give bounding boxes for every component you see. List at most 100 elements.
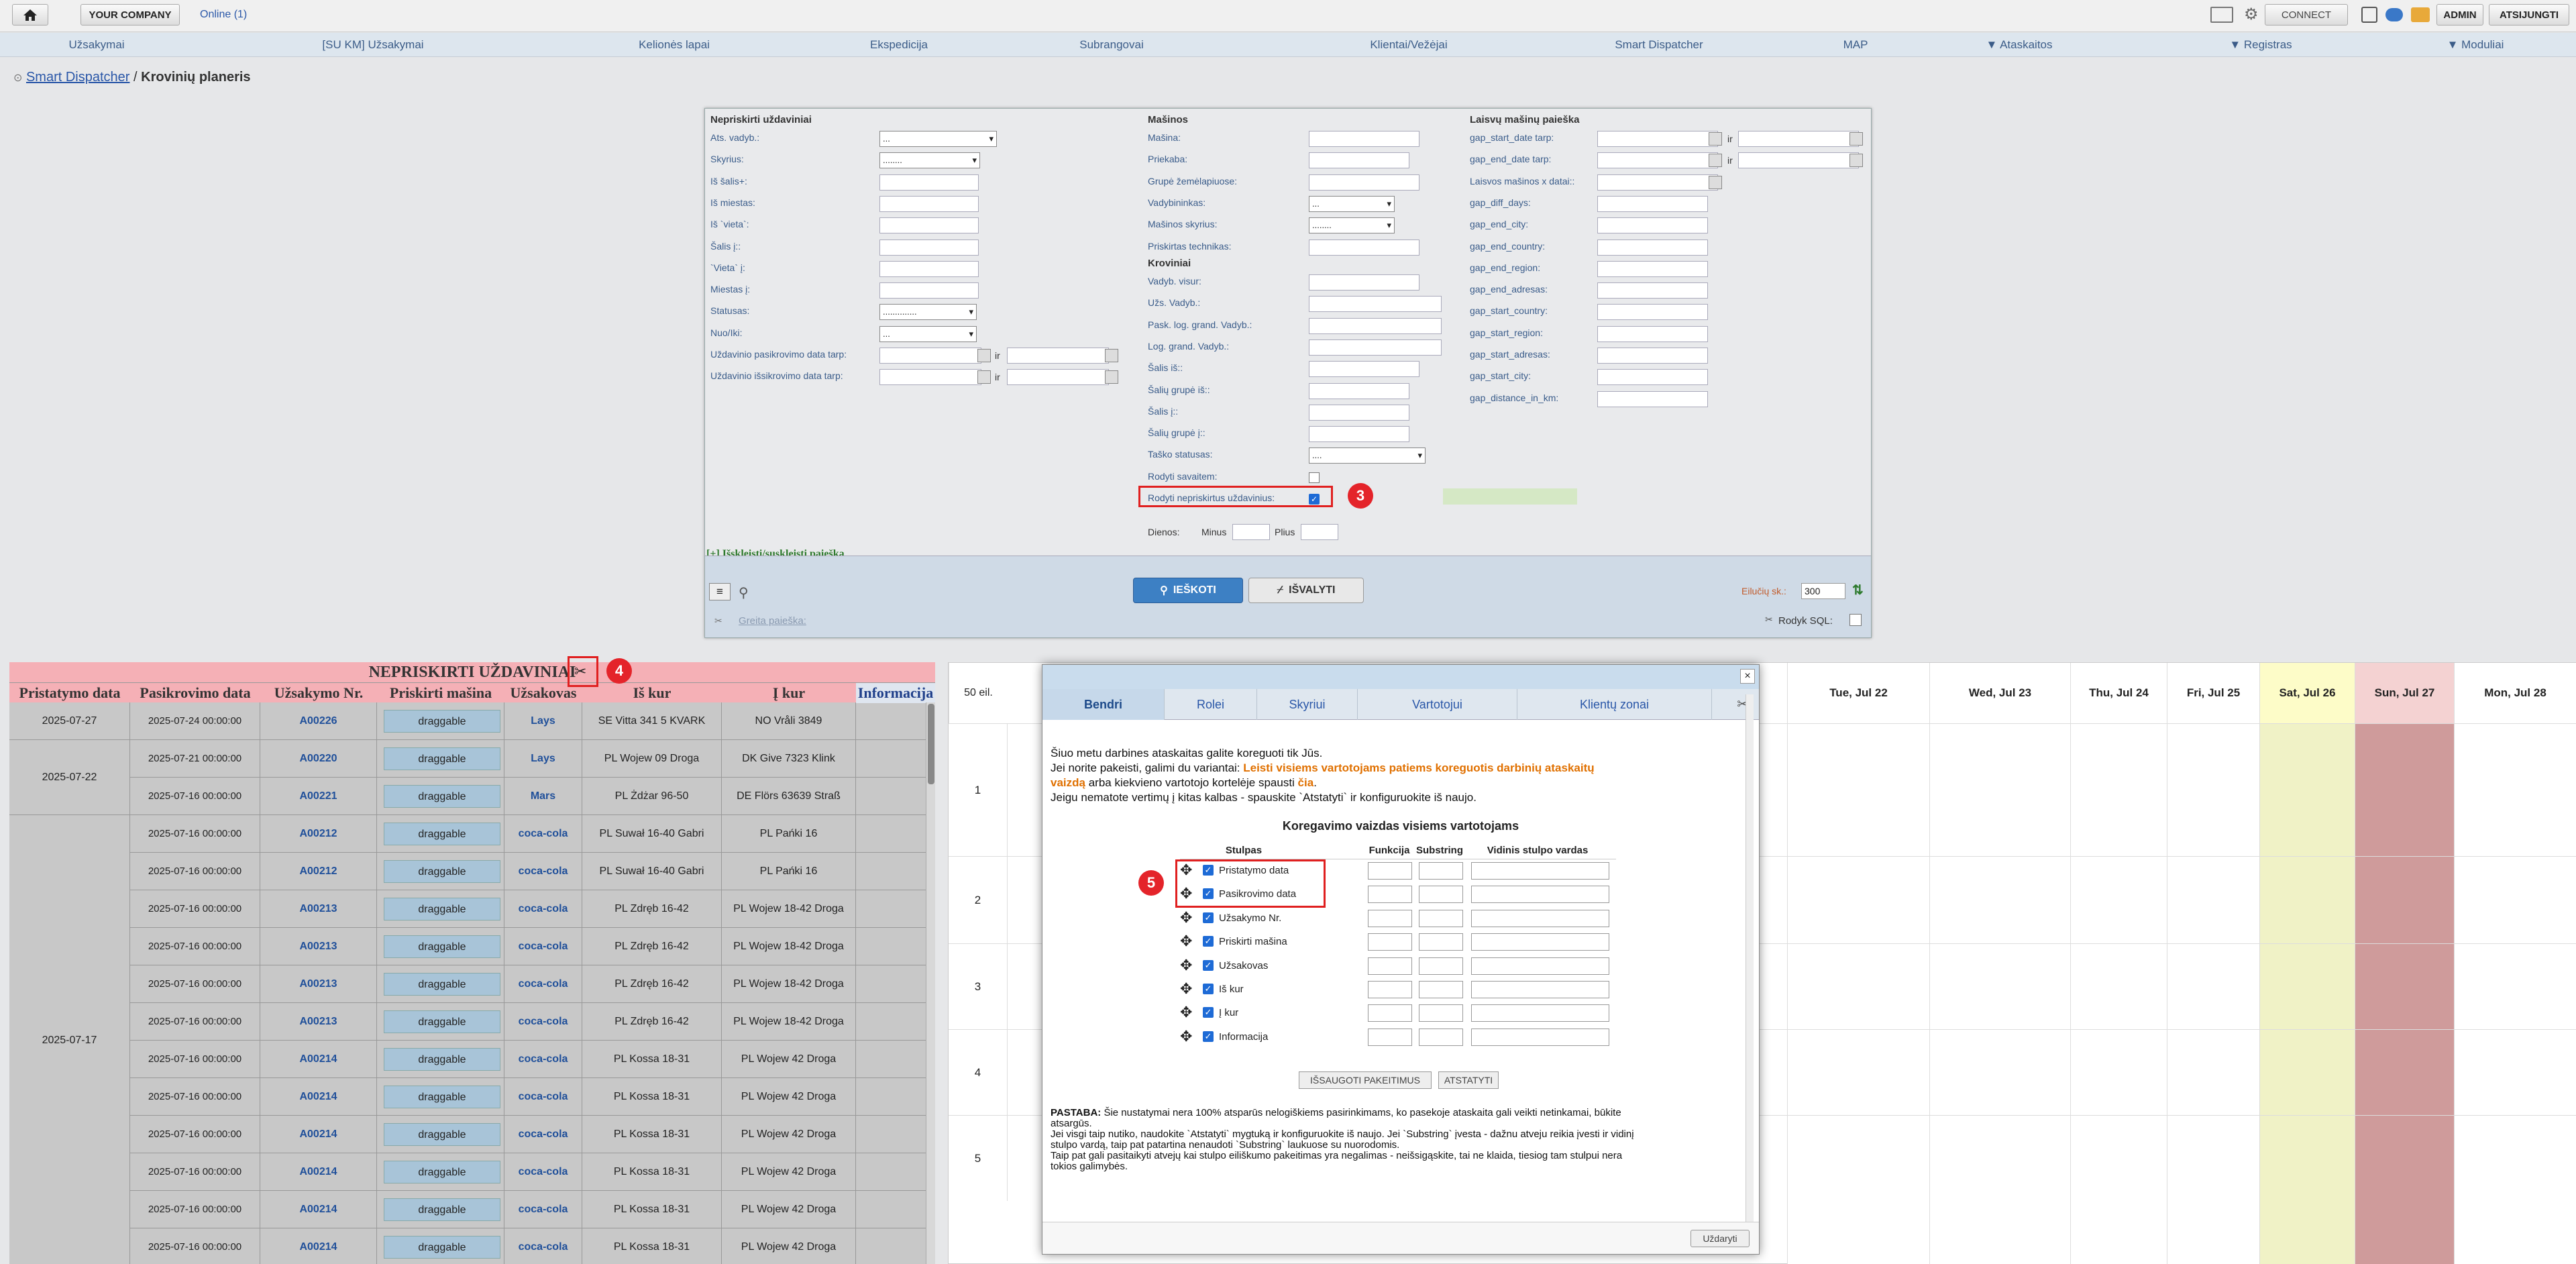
- tab-role[interactable]: Rolei: [1165, 689, 1257, 720]
- draggable-handle[interactable]: draggable: [384, 710, 500, 733]
- function-input[interactable]: [1368, 862, 1412, 880]
- drag-move-icon[interactable]: ✥: [1180, 1028, 1192, 1045]
- scrollbar[interactable]: [926, 702, 935, 1264]
- column-header[interactable]: Pasikrovimo data: [130, 683, 260, 703]
- sort-icon[interactable]: ⇅: [1852, 582, 1864, 598]
- filter-input[interactable]: [1309, 426, 1409, 443]
- reset-button[interactable]: ATSTATYTI: [1438, 1071, 1499, 1089]
- filter-input[interactable]: [1309, 382, 1409, 399]
- calendar-icon[interactable]: [977, 370, 991, 384]
- filter-input[interactable]: [1309, 131, 1419, 147]
- column-checkbox[interactable]: ✓: [1203, 1007, 1214, 1018]
- customer-cell[interactable]: coca-cola: [504, 1153, 582, 1191]
- nav-item[interactable]: ▼ Registras: [2229, 38, 2292, 52]
- customer-cell[interactable]: coca-cola: [504, 853, 582, 890]
- back-icon[interactable]: ⊙: [13, 72, 22, 84]
- order-number-cell[interactable]: A00214: [260, 1041, 377, 1078]
- draggable-handle[interactable]: draggable: [384, 1086, 500, 1108]
- draggable-handle[interactable]: draggable: [384, 973, 500, 996]
- filter-input[interactable]: [1597, 390, 1708, 407]
- column-checkbox[interactable]: ✓: [1203, 936, 1214, 947]
- substring-input[interactable]: [1419, 933, 1463, 951]
- filter-select[interactable]: ...: [879, 131, 997, 147]
- filter-input[interactable]: [1309, 404, 1409, 421]
- order-number-cell[interactable]: A00214: [260, 1153, 377, 1191]
- assign-machine-cell[interactable]: draggable: [377, 815, 504, 853]
- substring-input[interactable]: [1419, 909, 1463, 927]
- drag-move-icon[interactable]: ✥: [1180, 909, 1192, 926]
- substring-input[interactable]: [1419, 1028, 1463, 1046]
- show-weeks-checkbox[interactable]: [1309, 472, 1320, 483]
- filter-select[interactable]: ...: [879, 325, 977, 342]
- drag-move-icon[interactable]: ✥: [1180, 933, 1192, 949]
- assign-machine-cell[interactable]: draggable: [377, 740, 504, 778]
- filter-input[interactable]: [1597, 304, 1708, 321]
- order-number-cell[interactable]: A00213: [260, 1003, 377, 1041]
- draggable-handle[interactable]: draggable: [384, 1010, 500, 1033]
- chat-icon[interactable]: [2385, 8, 2403, 21]
- customer-cell[interactable]: coca-cola: [504, 928, 582, 965]
- internal-name-input[interactable]: [1471, 1028, 1609, 1046]
- function-input[interactable]: [1368, 957, 1412, 975]
- internal-name-input[interactable]: [1471, 862, 1609, 880]
- substring-input[interactable]: [1419, 981, 1463, 998]
- column-header[interactable]: Pristatymo data: [9, 683, 130, 703]
- calendar-icon[interactable]: [1105, 370, 1118, 384]
- minus-input[interactable]: [1232, 524, 1270, 540]
- order-number-cell[interactable]: A00226: [260, 702, 377, 740]
- quick-search-icon[interactable]: ✂: [714, 615, 722, 627]
- filter-input[interactable]: [1309, 361, 1419, 378]
- function-input[interactable]: [1368, 981, 1412, 998]
- order-number-cell[interactable]: A00212: [260, 815, 377, 853]
- calendar-icon[interactable]: [1709, 132, 1722, 146]
- tab-department[interactable]: Skyriui: [1257, 689, 1358, 720]
- internal-name-input[interactable]: [1471, 886, 1609, 904]
- nav-item[interactable]: ▼ Moduliai: [2447, 38, 2504, 52]
- filter-input[interactable]: [1309, 239, 1419, 256]
- nav-item[interactable]: ▼ Ataskaitos: [1986, 38, 2052, 52]
- date-to-input[interactable]: [1738, 152, 1859, 169]
- filter-input[interactable]: [879, 260, 979, 277]
- order-number-cell[interactable]: A00214: [260, 1191, 377, 1228]
- filter-input[interactable]: [879, 174, 979, 191]
- nav-item[interactable]: MAP: [1843, 38, 1868, 52]
- internal-name-input[interactable]: [1471, 1004, 1609, 1022]
- order-number-cell[interactable]: A00214: [260, 1078, 377, 1116]
- date-from-input[interactable]: [879, 369, 981, 386]
- nav-item[interactable]: Smart Dispatcher: [1615, 38, 1703, 52]
- order-number-cell[interactable]: A00214: [260, 1116, 377, 1153]
- function-input[interactable]: [1368, 886, 1412, 904]
- column-header[interactable]: Užsakymo Nr.: [260, 683, 377, 703]
- customer-cell[interactable]: coca-cola: [504, 965, 582, 1003]
- admin-button[interactable]: ADMIN: [2436, 4, 2483, 25]
- order-number-cell[interactable]: A00213: [260, 928, 377, 965]
- draggable-handle[interactable]: draggable: [384, 785, 500, 808]
- menu-icon[interactable]: ≡: [709, 583, 731, 600]
- customer-cell[interactable]: coca-cola: [504, 815, 582, 853]
- clear-button[interactable]: ⌿ IŠVALYTI: [1248, 578, 1364, 603]
- draggable-handle[interactable]: draggable: [384, 1123, 500, 1146]
- substring-input[interactable]: [1419, 1004, 1463, 1022]
- customer-cell[interactable]: Lays: [504, 702, 582, 740]
- customer-cell[interactable]: Lays: [504, 740, 582, 778]
- allow-all-link-cont[interactable]: vaizdą: [1051, 776, 1085, 789]
- column-checkbox[interactable]: ✓: [1203, 912, 1214, 923]
- assign-machine-cell[interactable]: draggable: [377, 1153, 504, 1191]
- assign-machine-cell[interactable]: draggable: [377, 778, 504, 815]
- tab-client-zone[interactable]: Klientų zonai: [1517, 689, 1712, 720]
- draggable-handle[interactable]: draggable: [384, 1236, 500, 1259]
- quick-search-link[interactable]: Greita paieška:: [739, 615, 806, 627]
- close-button[interactable]: Uždaryti: [1690, 1230, 1750, 1247]
- column-header[interactable]: Į kur: [722, 683, 856, 703]
- filter-input[interactable]: [1597, 369, 1708, 386]
- filter-select[interactable]: ..............: [879, 304, 977, 321]
- assign-machine-cell[interactable]: draggable: [377, 1078, 504, 1116]
- search-button[interactable]: ⚲ IEŠKOTI: [1133, 578, 1243, 603]
- filter-input[interactable]: [879, 239, 979, 256]
- mail-icon[interactable]: [2210, 7, 2233, 23]
- filter-select[interactable]: ........: [879, 152, 980, 169]
- filter-input[interactable]: [1309, 317, 1442, 334]
- folder-icon[interactable]: [2411, 7, 2430, 22]
- filter-input[interactable]: [1597, 217, 1708, 234]
- assign-machine-cell[interactable]: draggable: [377, 1003, 504, 1041]
